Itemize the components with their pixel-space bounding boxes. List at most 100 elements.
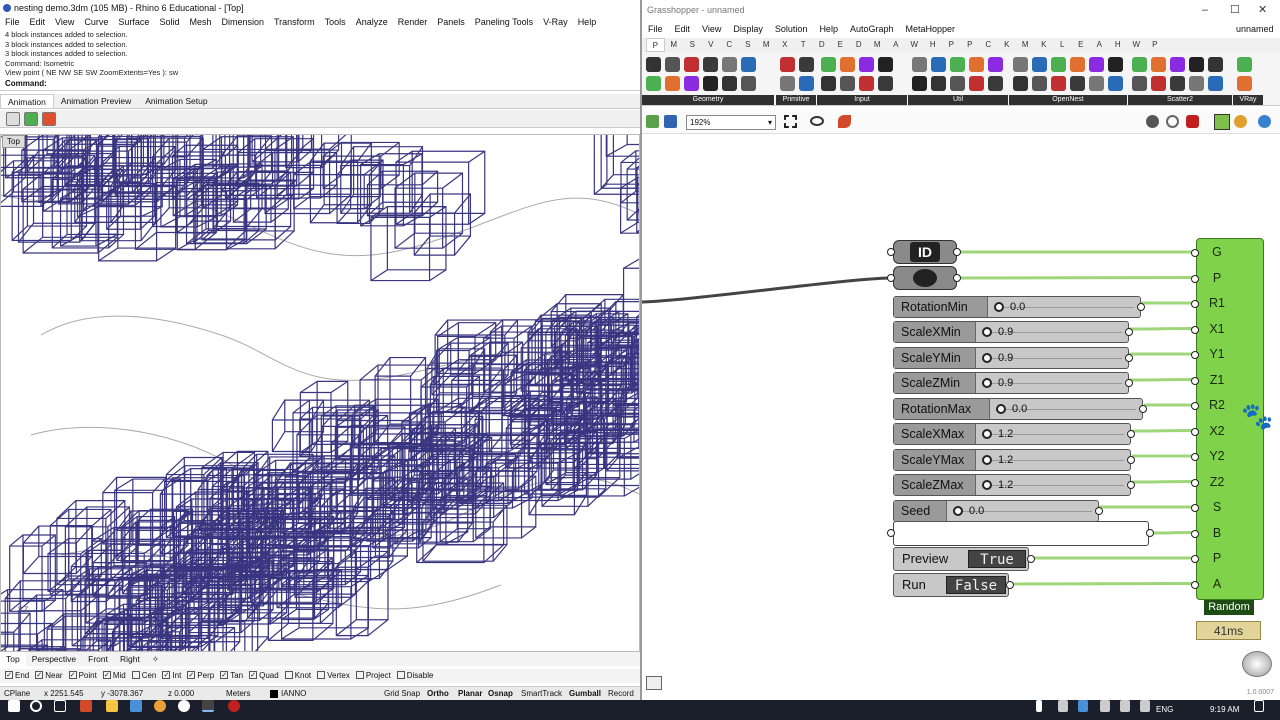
gh-tab[interactable]: P [1146, 38, 1165, 52]
component-icon[interactable] [665, 76, 680, 91]
zoom-dropdown[interactable]: 192% ▾ [686, 115, 776, 130]
slider-seed[interactable]: Seed 0.0 [893, 500, 1099, 522]
preview-eye-icon[interactable] [810, 116, 824, 126]
slider-output-grip[interactable] [1095, 507, 1103, 515]
slider-output-grip[interactable] [1125, 379, 1133, 387]
component-icon[interactable] [1070, 76, 1085, 91]
gh-tab[interactable]: A [887, 38, 906, 52]
slider-scaleymax[interactable]: ScaleYMax 1.2 [893, 449, 1131, 471]
component-icon[interactable] [665, 57, 680, 72]
input-grip[interactable] [1191, 376, 1199, 385]
menu-analyze[interactable]: Analyze [351, 16, 393, 29]
menu-render[interactable]: Render [393, 16, 433, 29]
input-pin-x2[interactable]: X2 [1197, 424, 1237, 438]
component-icon[interactable] [1151, 57, 1166, 72]
gh-tab[interactable]: D [850, 38, 869, 52]
gh-tab[interactable]: P [646, 38, 665, 52]
input-grip[interactable] [1191, 580, 1199, 589]
language-indicator[interactable]: ENG [1156, 700, 1173, 720]
task-view-icon[interactable] [54, 700, 66, 712]
component-icon[interactable] [1237, 57, 1252, 72]
input-grip[interactable] [1191, 351, 1199, 359]
osnap-cen[interactable]: Cen [131, 669, 156, 683]
osnap-mid[interactable]: ✓ Mid [102, 669, 126, 683]
battery-icon[interactable] [1120, 700, 1130, 712]
empty-panel[interactable] [893, 521, 1149, 546]
gh-tab[interactable]: W [905, 38, 924, 52]
component-icon[interactable] [840, 76, 855, 91]
osnap-perp[interactable]: ✓ Perp [187, 669, 214, 683]
menu-solid[interactable]: Solid [154, 16, 184, 29]
input-grip[interactable] [1191, 402, 1199, 410]
menu-file[interactable]: File [0, 16, 25, 29]
notifications-icon[interactable] [1254, 700, 1264, 712]
osnap-disable[interactable]: Disable [396, 669, 433, 683]
gh-tab[interactable]: C [720, 38, 739, 52]
input-pin-s[interactable]: S [1197, 500, 1237, 514]
gh-tab[interactable]: V [702, 38, 721, 52]
wireframe-icon[interactable] [1166, 115, 1179, 128]
shaded-icon[interactable] [1234, 115, 1247, 128]
input-pin-r1[interactable]: R1 [1197, 296, 1237, 310]
component-icon[interactable] [950, 76, 965, 91]
osnap-quad[interactable]: ✓ Quad [249, 669, 279, 683]
viewport-tab-front[interactable]: Front [82, 652, 114, 666]
app-icon-2[interactable] [130, 700, 142, 712]
save-file-icon[interactable] [664, 115, 677, 128]
system-tray-icon[interactable] [1058, 700, 1068, 712]
component-icon[interactable] [1132, 76, 1147, 91]
component-icon[interactable] [969, 76, 984, 91]
input-pin-p[interactable]: P [1197, 551, 1237, 565]
slider-output-grip[interactable] [1125, 328, 1133, 336]
slider-scalexmin[interactable]: ScaleXMin 0.9 [893, 321, 1129, 343]
component-icon[interactable] [859, 76, 874, 91]
slider-knob[interactable] [982, 353, 992, 363]
gh-tab[interactable]: P [942, 38, 961, 52]
record-taskbar-icon[interactable] [228, 700, 240, 712]
gh-menu-help[interactable]: Help [813, 21, 844, 38]
geometry-input-grip[interactable] [887, 274, 895, 282]
component-icon[interactable] [722, 57, 737, 72]
menu-dimension[interactable]: Dimension [216, 16, 269, 29]
gh-tab[interactable]: S [739, 38, 758, 52]
input-grip[interactable] [1191, 504, 1199, 512]
checkbox-icon[interactable]: ✓ [249, 670, 258, 679]
input-grip[interactable] [1191, 325, 1199, 334]
menu-v-ray[interactable]: V-Ray [538, 16, 573, 29]
close-icon[interactable]: ✕ [1258, 0, 1267, 21]
component-icon[interactable] [1170, 76, 1185, 91]
slider-scaleymin[interactable]: ScaleYMin 0.9 [893, 347, 1129, 369]
id-param[interactable]: ID [893, 240, 957, 264]
panel-output-grip[interactable] [1146, 529, 1154, 537]
ribbon-section[interactable]: Geometry [642, 95, 774, 105]
component-icon[interactable] [1108, 57, 1123, 72]
ribbon-section[interactable]: OpenNest [1009, 95, 1127, 105]
viewport-tab-top[interactable]: Top [0, 652, 26, 666]
zoom-extents-icon[interactable] [784, 115, 797, 128]
toggle-preview[interactable]: Preview True [893, 547, 1029, 571]
input-pin-b[interactable]: B [1197, 526, 1237, 540]
checkbox-icon[interactable]: ✓ [35, 670, 44, 679]
osnap-project[interactable]: Project [355, 669, 391, 683]
slider-output-grip[interactable] [1139, 405, 1147, 413]
gh-tab[interactable]: M [757, 38, 776, 52]
slider-output-grip[interactable] [1127, 456, 1135, 464]
ribbon-section[interactable]: Util [908, 95, 1008, 105]
component-icon[interactable] [912, 76, 927, 91]
osnap-near[interactable]: ✓ Near [35, 669, 63, 683]
gh-tab[interactable]: C [979, 38, 998, 52]
smarttrack-toggle[interactable]: SmartTrack [521, 687, 562, 701]
search-icon[interactable] [30, 700, 42, 712]
checkbox-icon[interactable] [355, 670, 364, 679]
checkbox-icon[interactable]: ✓ [5, 670, 13, 679]
gh-tab[interactable]: K [998, 38, 1017, 52]
input-pin-z2[interactable]: Z2 [1197, 475, 1237, 489]
network-icon[interactable] [1100, 700, 1110, 712]
component-icon[interactable] [969, 57, 984, 72]
menu-transform[interactable]: Transform [269, 16, 320, 29]
osnap-vertex[interactable]: Vertex [317, 669, 350, 683]
osnap-end[interactable]: ✓ End [5, 669, 29, 683]
preview-mode-icon[interactable] [1146, 115, 1159, 128]
component-icon[interactable] [1089, 76, 1104, 91]
onedrive-icon[interactable] [1078, 700, 1088, 712]
